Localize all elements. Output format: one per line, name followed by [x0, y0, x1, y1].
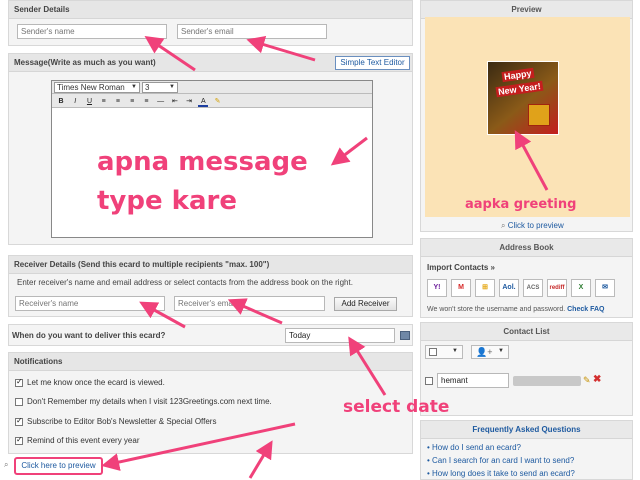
card-greeting-line1: Happy [501, 67, 535, 83]
editor-font-row: Times New Roman ▼ 3 ▼ [52, 81, 372, 94]
checkbox[interactable] [15, 416, 23, 426]
italic-button[interactable]: I [70, 97, 80, 107]
align-justify-icon[interactable]: ≡ [141, 97, 151, 107]
chevron-down-icon: ▼ [131, 84, 137, 90]
receiver-name-input[interactable] [15, 296, 165, 311]
receiver-instruction: Enter receiver's name and email address … [17, 278, 353, 287]
preview-link[interactable]: Click here to preview [14, 457, 103, 475]
font-family-select[interactable]: Times New Roman ▼ [54, 82, 140, 93]
add-contact-dropdown[interactable]: 👤+ ▼ [471, 345, 509, 359]
faq-item[interactable]: • How do I send an ecard? [427, 443, 632, 452]
privacy-note-row: We won't store the username and password… [427, 306, 604, 313]
sender-details-panel: Sender Details [8, 0, 413, 46]
faq-header: Frequently Asked Questions [421, 421, 632, 439]
delivery-date-input[interactable] [285, 328, 395, 343]
receiver-details-header: Receiver Details (Send this ecard to mul… [9, 256, 412, 274]
horizontal-rule-icon[interactable]: — [156, 97, 166, 107]
bold-button[interactable]: B [56, 97, 66, 107]
editor-toolbar: B I U ≡ ≡ ≡ ≡ — ⇤ ⇥ A ✎ [52, 94, 372, 108]
text-color-icon[interactable]: A [198, 97, 209, 107]
edit-icon[interactable]: ✎ [583, 375, 591, 386]
annotation-date: select date [343, 397, 450, 417]
card-greeting-line2: New Year! [495, 80, 544, 98]
calendar-icon[interactable] [400, 331, 410, 340]
check-faq-link[interactable]: Check FAQ [567, 306, 604, 313]
delete-icon[interactable]: ✖ [593, 374, 601, 385]
contact-email-blurred [513, 376, 581, 386]
notification-option[interactable]: Don't Remember my details when I visit 1… [15, 397, 272, 406]
address-book-header: Address Book [421, 239, 632, 257]
highlight-icon[interactable]: ✎ [213, 97, 223, 107]
notifications-header: Notifications [9, 353, 412, 371]
sender-email-input[interactable] [177, 24, 327, 39]
add-receiver-button[interactable]: Add Receiver [334, 297, 397, 311]
gift-image [528, 104, 550, 126]
aol-icon[interactable]: Aol. [499, 279, 519, 297]
notification-option[interactable]: Subscribe to Editor Bob's Newsletter & S… [15, 416, 216, 426]
ecard-thumbnail[interactable]: Happy New Year! [487, 61, 559, 135]
privacy-note: We won't store the username and password… [427, 306, 566, 313]
delivery-label: When do you want to deliver this ecard? [12, 331, 166, 340]
address-book-panel: Address Book Import Contacts » Y! M ⊞ Ao… [420, 238, 633, 318]
indent-icon[interactable]: ⇥ [184, 97, 194, 107]
align-left-icon[interactable]: ≡ [99, 97, 109, 107]
checkbox[interactable] [425, 377, 433, 385]
checkbox[interactable] [15, 377, 23, 387]
rediff-icon[interactable]: rediff [547, 279, 567, 297]
align-center-icon[interactable]: ≡ [113, 97, 123, 107]
notification-option[interactable]: Remind of this event every year [15, 435, 140, 445]
sender-details-header: Sender Details [9, 1, 412, 19]
chevron-down-icon: ▼ [452, 348, 458, 354]
faq-item[interactable]: • How long does it take to send an ecard… [427, 469, 632, 478]
contact-list-panel: Contact List ▼ 👤+ ▼ ✎ ✖ [420, 322, 633, 416]
preview-card-area[interactable]: Happy New Year! aapka greeting [425, 17, 630, 217]
underline-button[interactable]: U [84, 97, 94, 107]
contact-list-header: Contact List [421, 323, 632, 341]
windows-live-icon[interactable]: ⊞ [475, 279, 495, 297]
checkbox[interactable] [15, 435, 23, 445]
faq-item[interactable]: • Can I search for an card I want to sen… [427, 456, 632, 465]
checkbox[interactable] [429, 348, 437, 356]
yahoo-icon[interactable]: Y! [427, 279, 447, 297]
annotation-message-line1: apna message [97, 147, 308, 177]
outlook-icon[interactable]: ✉ [595, 279, 615, 297]
annotation-greeting: aapka greeting [465, 197, 577, 212]
font-family-value: Times New Roman [57, 83, 125, 92]
import-contacts-label: Import Contacts » [427, 263, 496, 272]
checkbox[interactable] [15, 397, 23, 406]
chevron-down-icon: ▼ [169, 84, 175, 90]
preview-panel: Preview Happy New Year! aapka greeting ⌕… [420, 0, 633, 232]
csv-import-icon[interactable]: X [571, 279, 591, 297]
font-size-value: 3 [145, 83, 150, 92]
contact-row: ✎ ✖ [425, 373, 625, 389]
add-user-icon: 👤+ [476, 347, 493, 357]
gmail-icon[interactable]: M [451, 279, 471, 297]
align-right-icon[interactable]: ≡ [127, 97, 137, 107]
chevron-down-icon: ▼ [498, 348, 504, 354]
outdent-icon[interactable]: ⇤ [170, 97, 180, 107]
sender-name-input[interactable] [17, 24, 167, 39]
click-to-preview-row[interactable]: ⌕ Click to preview [501, 221, 564, 231]
simple-text-editor-button[interactable]: Simple Text Editor [335, 56, 410, 70]
faq-panel: Frequently Asked Questions • How do I se… [420, 420, 633, 480]
select-all-dropdown[interactable]: ▼ [425, 345, 463, 359]
acs-icon[interactable]: ACS [523, 279, 543, 297]
search-icon: ⌕ [501, 221, 506, 230]
annotation-message-line2: type kare [97, 186, 237, 216]
receiver-details-panel: Receiver Details (Send this ecard to mul… [8, 255, 413, 317]
delivery-panel: When do you want to deliver this ecard? [8, 324, 413, 346]
click-to-preview-link[interactable]: Click to preview [508, 221, 564, 230]
search-icon: ⌕ [4, 460, 9, 469]
contact-name-input[interactable] [437, 373, 509, 388]
font-size-select[interactable]: 3 ▼ [142, 82, 178, 93]
receiver-email-input[interactable] [174, 296, 325, 311]
notification-option[interactable]: Let me know once the ecard is viewed. [15, 377, 165, 387]
